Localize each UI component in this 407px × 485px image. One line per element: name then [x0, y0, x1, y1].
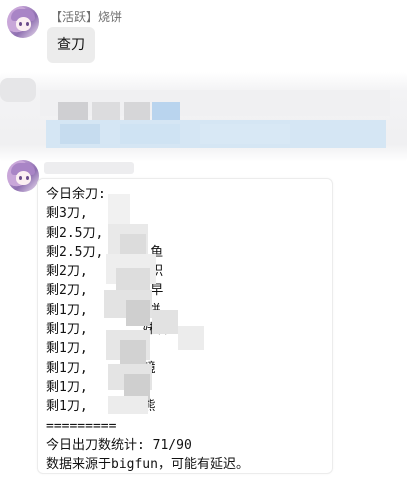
message-bubble[interactable]: 查刀	[47, 27, 95, 63]
avatar[interactable]	[7, 160, 39, 192]
sender-name: 【活跃】烧饼	[50, 10, 123, 24]
text-line: 数据来源于bigfun，可能有延迟。	[46, 457, 249, 473]
blurred-sender-name	[44, 160, 134, 174]
text-line: 今日出刀数统计: 71/90	[46, 437, 192, 453]
avatar[interactable]	[7, 6, 39, 38]
redaction-mosaic	[100, 190, 210, 420]
blurred-content	[0, 72, 407, 162]
